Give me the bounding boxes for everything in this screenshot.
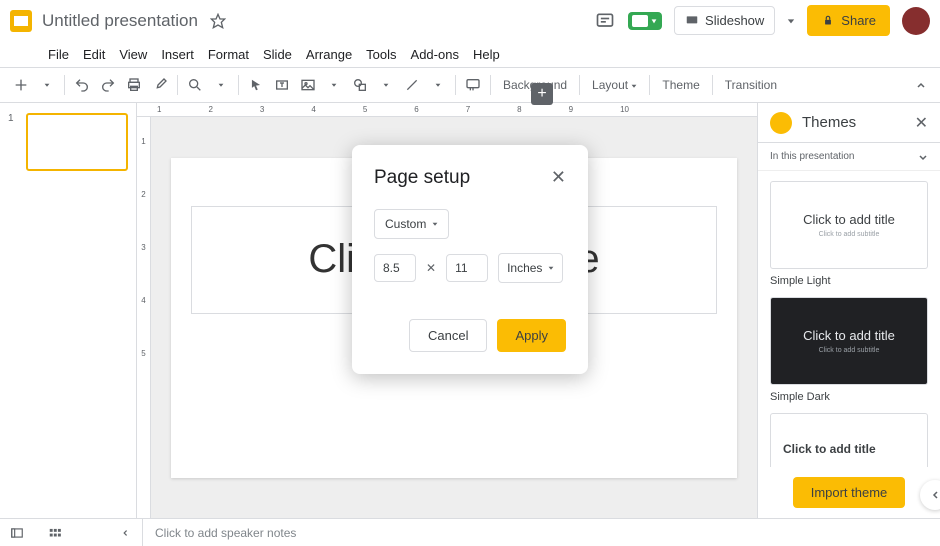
line-dropdown-icon[interactable] — [427, 73, 449, 97]
user-avatar[interactable] — [902, 7, 930, 35]
textbox-tool[interactable] — [271, 73, 293, 97]
slide-thumbnail[interactable] — [26, 113, 128, 171]
themes-subtitle-row[interactable]: In this presentation — [758, 143, 940, 171]
toolbar: Background Layout Theme Transition — [0, 67, 940, 103]
transition-menu[interactable]: Transition — [719, 78, 783, 92]
theme-menu[interactable]: Theme — [656, 78, 705, 92]
layout-menu[interactable]: Layout — [586, 78, 643, 92]
zoom-button[interactable] — [184, 73, 206, 97]
slideshow-label: Slideshow — [705, 13, 764, 28]
themes-panel: Themes ✕ In this presentation Click to a… — [757, 103, 940, 518]
select-tool[interactable] — [245, 73, 267, 97]
theme-simple-light[interactable]: Click to add title Click to add subtitle… — [770, 181, 928, 287]
shape-dropdown-icon[interactable] — [375, 73, 397, 97]
zoom-dropdown-icon[interactable] — [210, 73, 232, 97]
page-setup-dialog: Page setup ✕ Custom ✕ Inches Cancel Appl… — [352, 145, 588, 374]
menu-view[interactable]: View — [113, 44, 153, 65]
chevron-down-icon — [432, 221, 438, 227]
apply-button[interactable]: Apply — [497, 319, 566, 352]
share-label: Share — [841, 13, 876, 28]
theme-simple-dark[interactable]: Click to add title Click to add subtitle… — [770, 297, 928, 403]
chevron-down-icon — [918, 152, 928, 162]
slide-number: 1 — [8, 113, 14, 124]
theme-streamline[interactable]: Click to add title Streamline — [770, 413, 928, 467]
undo-button[interactable] — [71, 73, 93, 97]
menu-slide[interactable]: Slide — [257, 44, 298, 65]
star-icon[interactable] — [210, 13, 226, 29]
redo-button[interactable] — [97, 73, 119, 97]
menu-tools[interactable]: Tools — [360, 44, 402, 65]
add-slide-fab[interactable]: + — [531, 83, 553, 105]
dimension-separator: ✕ — [426, 261, 436, 275]
menu-file[interactable]: File — [42, 44, 75, 65]
speaker-notes-input[interactable]: Click to add speaker notes — [143, 526, 940, 540]
chevron-down-icon — [548, 265, 554, 271]
page-preset-select[interactable]: Custom — [374, 209, 449, 239]
share-button[interactable]: Share — [807, 5, 890, 36]
cancel-button[interactable]: Cancel — [409, 319, 487, 352]
paint-format-button[interactable] — [149, 73, 171, 97]
line-tool[interactable] — [401, 73, 423, 97]
slideshow-dropdown-icon[interactable] — [787, 17, 795, 25]
comment-button[interactable] — [462, 73, 484, 97]
menubar: File Edit View Insert Format Slide Arran… — [0, 41, 940, 67]
menu-edit[interactable]: Edit — [77, 44, 111, 65]
themes-title: Themes — [802, 114, 915, 131]
themes-icon — [770, 112, 792, 134]
document-title[interactable]: Untitled presentation — [42, 11, 198, 31]
grid-view-icon[interactable] — [46, 526, 64, 540]
bottom-bar: Click to add speaker notes — [0, 518, 940, 546]
slideshow-button[interactable]: Slideshow — [674, 6, 775, 35]
menu-insert[interactable]: Insert — [155, 44, 200, 65]
page-height-input[interactable] — [446, 254, 488, 282]
import-theme-button[interactable]: Import theme — [793, 477, 906, 508]
image-dropdown-icon[interactable] — [323, 73, 345, 97]
close-icon[interactable]: ✕ — [915, 113, 928, 133]
menu-help[interactable]: Help — [467, 44, 506, 65]
close-icon[interactable]: ✕ — [551, 167, 566, 188]
menu-format[interactable]: Format — [202, 44, 255, 65]
horizontal-ruler: 12345678910 — [137, 103, 757, 117]
page-unit-select[interactable]: Inches — [498, 253, 563, 283]
comment-history-icon[interactable] — [594, 10, 616, 32]
collapse-toolbar-icon[interactable] — [910, 73, 932, 97]
menu-addons[interactable]: Add-ons — [405, 44, 465, 65]
page-width-input[interactable] — [374, 254, 416, 282]
collapse-panel-icon[interactable] — [116, 526, 134, 540]
new-slide-dropdown-icon[interactable] — [36, 73, 58, 97]
image-tool[interactable] — [297, 73, 319, 97]
slide-panel: 1 — [0, 103, 137, 518]
print-button[interactable] — [123, 73, 145, 97]
app-header: Untitled presentation Slideshow Share — [0, 0, 940, 41]
slides-logo — [10, 10, 32, 32]
vertical-ruler: 12345 — [137, 117, 151, 518]
menu-arrange[interactable]: Arrange — [300, 44, 358, 65]
video-call-button[interactable] — [628, 12, 662, 30]
new-slide-button[interactable] — [10, 73, 32, 97]
filmstrip-view-icon[interactable] — [8, 526, 26, 540]
dialog-title: Page setup — [374, 167, 470, 189]
shape-tool[interactable] — [349, 73, 371, 97]
